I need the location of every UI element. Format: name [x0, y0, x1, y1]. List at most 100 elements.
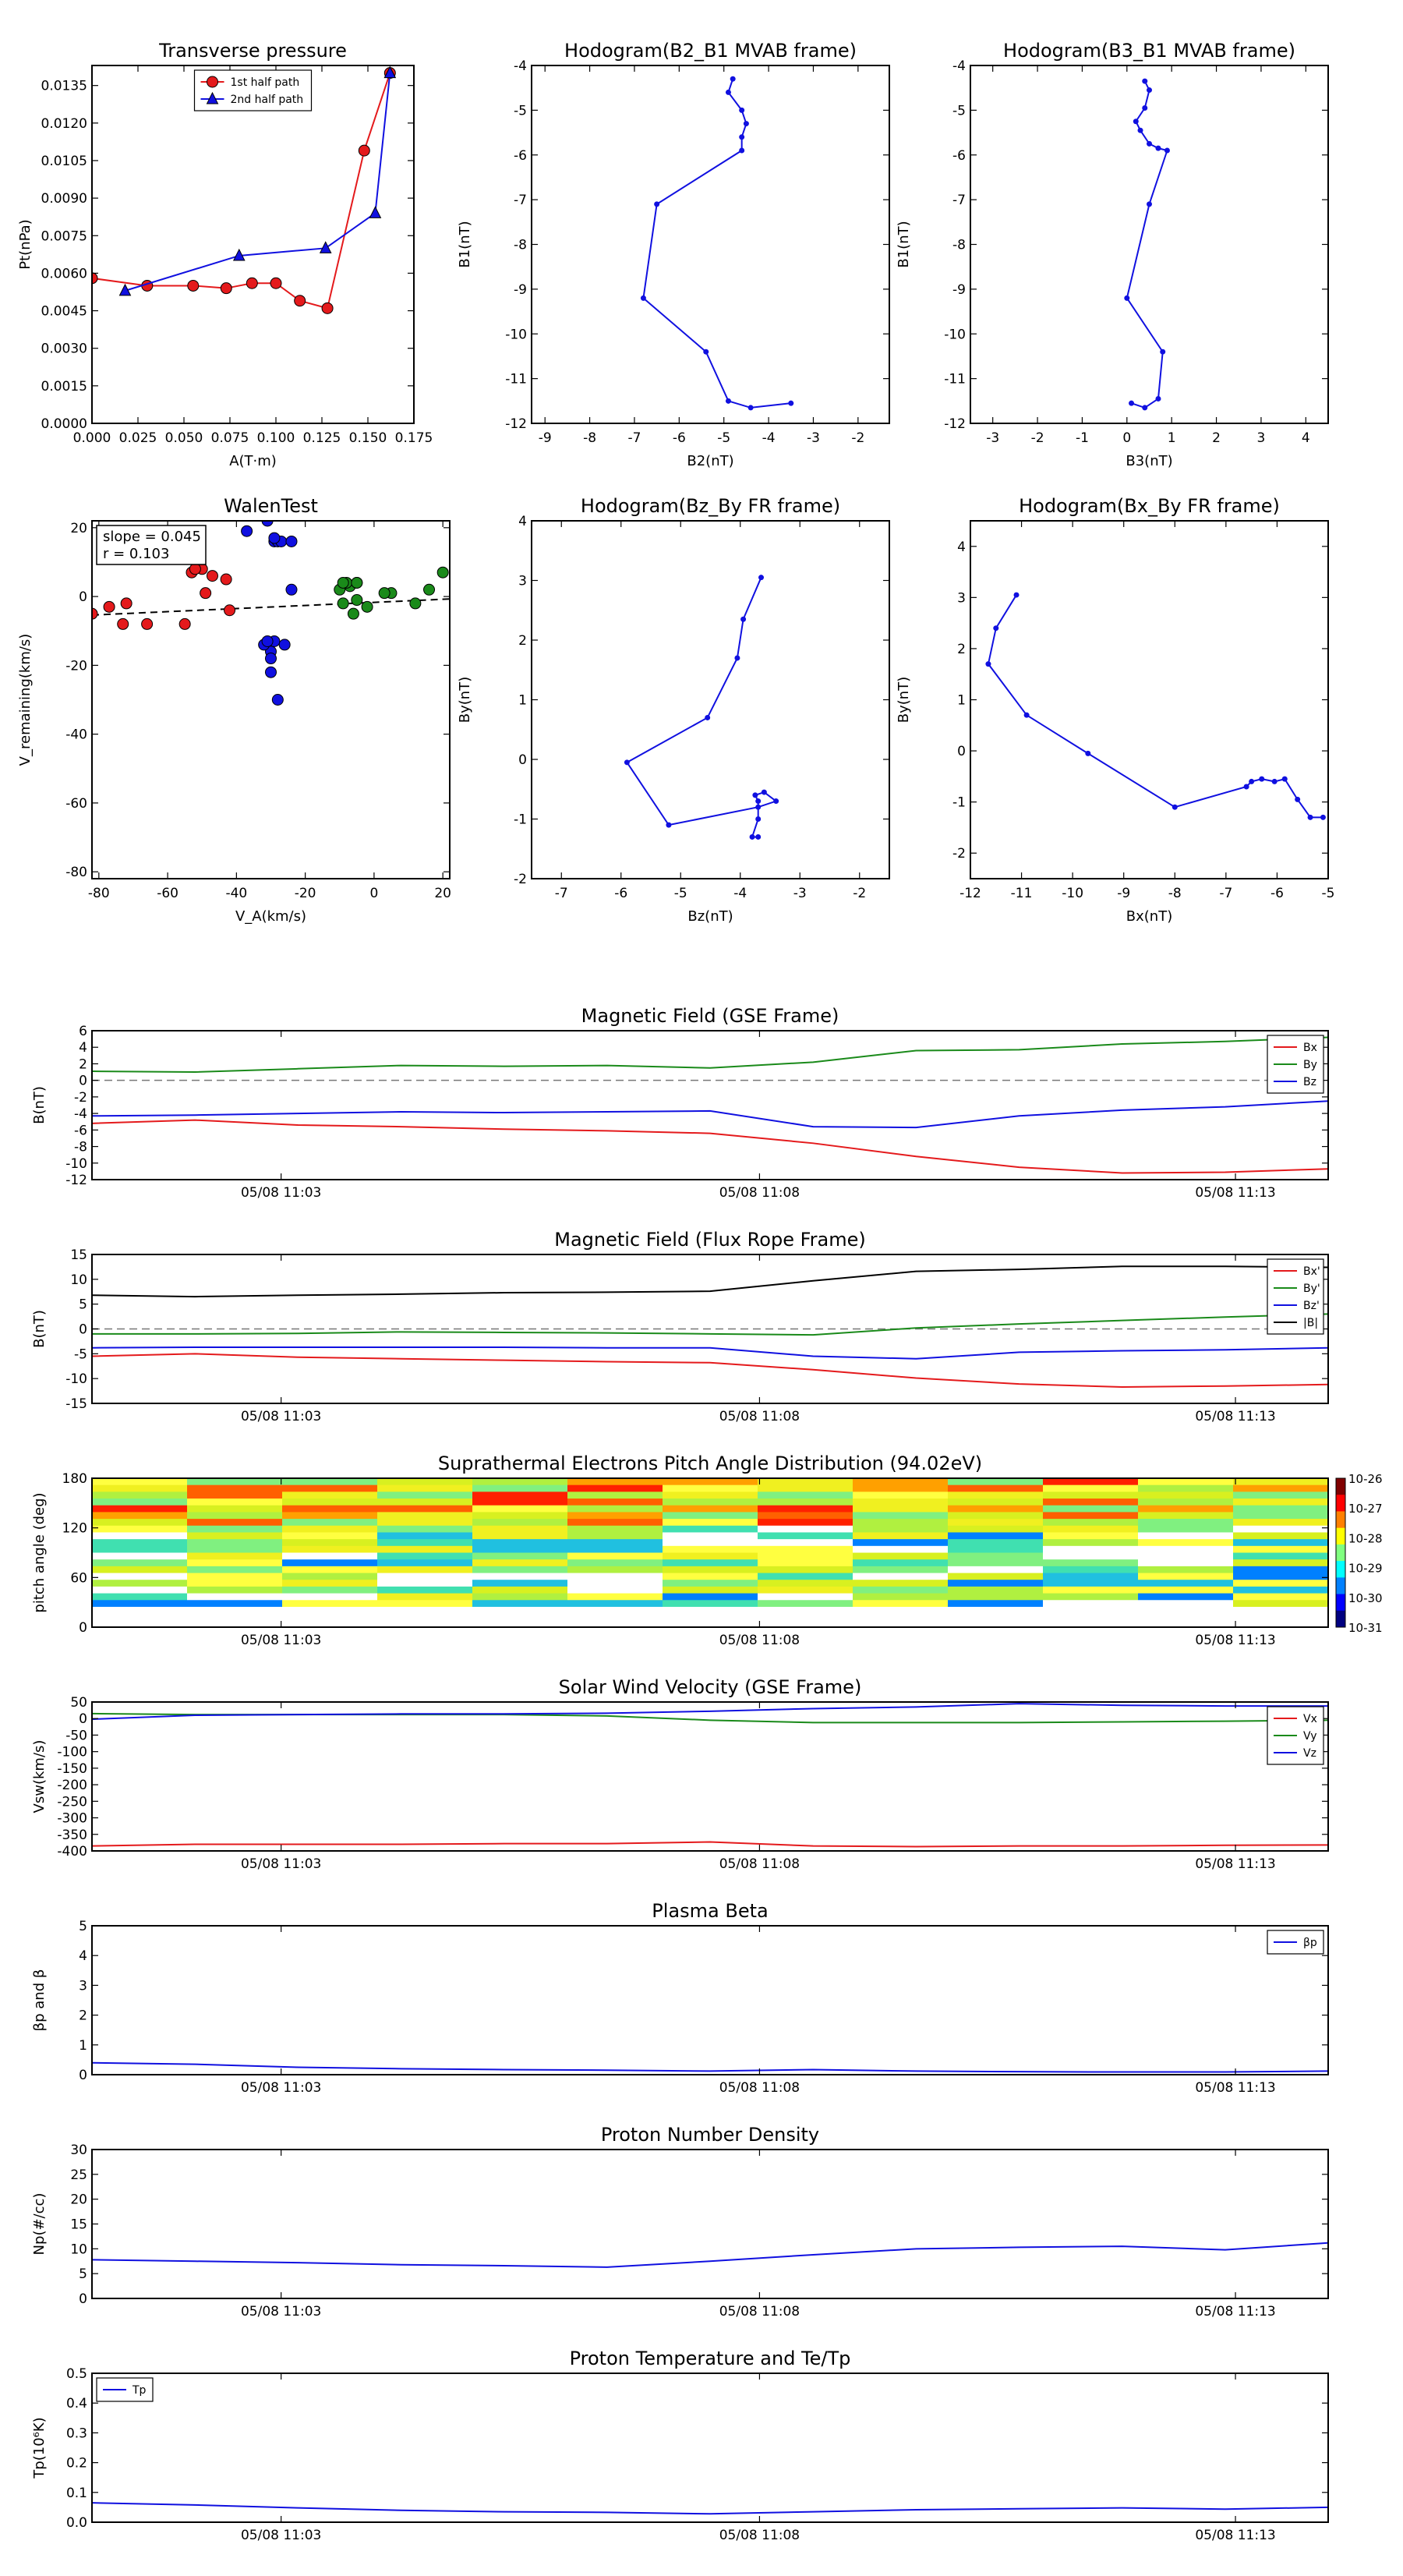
- heatmap-cell: [1138, 1606, 1234, 1615]
- heatmap-cell: [92, 1552, 188, 1560]
- data-point: [120, 597, 133, 610]
- heatmap-cell: [948, 1552, 1044, 1560]
- heatmap-cell: [472, 1573, 568, 1580]
- heatmap-cell: [92, 1586, 188, 1594]
- heatmap-cell: [853, 1573, 949, 1580]
- heatmap-cell: [567, 1573, 663, 1580]
- y-tick-label: 0.0060: [41, 266, 87, 281]
- y-tick-label: 2: [957, 642, 966, 657]
- data-point: [654, 201, 660, 207]
- data-point: [103, 600, 115, 613]
- heatmap-cell: [472, 1600, 568, 1608]
- heatmap-cell: [472, 1593, 568, 1601]
- data-point: [703, 349, 709, 355]
- data-point: [337, 597, 349, 610]
- y-tick-label: -4: [514, 58, 527, 74]
- heatmap-cell: [1043, 1532, 1139, 1540]
- panel-title: Transverse pressure: [158, 40, 347, 62]
- panel-title: Magnetic Field (Flux Rope Frame): [554, 1229, 865, 1251]
- heatmap-cell: [187, 1613, 283, 1621]
- heatmap-cell: [472, 1606, 568, 1615]
- y-tick-label: 5: [79, 1297, 87, 1313]
- heatmap-cell: [1043, 1606, 1139, 1615]
- y-tick-label: -1: [952, 795, 966, 811]
- series-line: [92, 1313, 1328, 1336]
- legend-label: 2nd half path: [231, 94, 304, 106]
- heatmap-cell: [567, 1580, 663, 1587]
- heatmap-cell: [853, 1580, 949, 1587]
- heatmap-cell: [282, 1519, 378, 1527]
- data-point: [773, 798, 779, 805]
- heatmap-cell: [1043, 1566, 1139, 1574]
- heatmap-cell: [567, 1512, 663, 1520]
- plot-area: [92, 1265, 1328, 1388]
- plot-area: [92, 2242, 1328, 2268]
- y-tick-label: -7: [952, 193, 966, 208]
- data-point: [265, 666, 277, 678]
- heatmap-cell: [1043, 1573, 1139, 1580]
- heatmap-cell: [282, 1491, 378, 1499]
- y-tick-label: -4: [74, 1106, 87, 1122]
- heatmap-cell: [92, 1519, 188, 1527]
- panel-np: Proton Number Density 0 5 10 15 20 25 30 05/08 1…: [31, 2124, 1329, 2319]
- y-tick-label: -2: [952, 846, 966, 862]
- heatmap-cell: [92, 1606, 188, 1615]
- x-tick-label: 05/08 11:13: [1195, 1633, 1275, 1648]
- x-tick-label: 4: [1302, 430, 1310, 446]
- heatmap-cell: [567, 1613, 663, 1621]
- x-tick-label: 05/08 11:03: [241, 1185, 321, 1201]
- y-tick-label: 0.0075: [41, 228, 87, 244]
- x-tick-label: -11: [1011, 886, 1033, 901]
- y-tick-label: -5: [952, 103, 966, 119]
- colorbar-segment: [1336, 1478, 1345, 1495]
- colorbar-label: 10-27: [1348, 1502, 1383, 1516]
- heatmap-cell: [663, 1566, 758, 1574]
- axes-frame: [91, 520, 451, 879]
- panel-h3: Hodogram(Bz_By FR frame) -2 -1 0 1 2 3 4 -7 -6 -5 -…: [457, 495, 890, 925]
- heatmap-cell: [1233, 1613, 1328, 1621]
- x-tick-label: 0.175: [395, 430, 433, 446]
- heatmap-cell: [663, 1545, 758, 1553]
- data-point: [761, 789, 767, 795]
- heatmap-cell: [567, 1566, 663, 1574]
- plot-area: [624, 575, 779, 840]
- y-tick-label: -12: [505, 416, 527, 432]
- heatmap-cell: [663, 1600, 758, 1608]
- x-axis-label: B2(nT): [687, 453, 733, 469]
- heatmap-cell: [758, 1525, 853, 1533]
- axes-frame: [91, 1701, 1329, 1852]
- x-tick-label: 0.150: [349, 430, 387, 446]
- y-tick-label: 0.0090: [41, 191, 87, 207]
- x-tick-label: 05/08 11:03: [241, 2080, 321, 2096]
- heatmap-cell: [1233, 1593, 1328, 1601]
- y-tick-label: -12: [944, 416, 966, 432]
- heatmap-cell: [187, 1532, 283, 1540]
- colorbar-label: 10-26: [1348, 1472, 1383, 1486]
- y-tick-label: -2: [74, 1090, 87, 1106]
- heatmap-cell: [187, 1600, 283, 1608]
- heatmap-cell: [758, 1478, 853, 1486]
- axes-frame: [91, 2373, 1329, 2523]
- heatmap-cell: [472, 1512, 568, 1520]
- x-tick-label: 05/08 11:03: [241, 1856, 321, 1872]
- data-point: [1259, 776, 1265, 782]
- heatmap-cell: [282, 1505, 378, 1513]
- x-tick-label: 05/08 11:13: [1195, 1185, 1275, 1201]
- y-tick-label: 2: [518, 633, 527, 649]
- y-tick-label: -11: [505, 372, 527, 387]
- x-tick-label: 05/08 11:08: [719, 1409, 800, 1424]
- panel-walen: WalenTest -80 -60 -40 -20 0 20 -80 -60 -40 -20 0 20 V…: [17, 495, 451, 925]
- plot-area: [92, 1703, 1328, 1848]
- y-tick-label: -8: [952, 238, 966, 253]
- data-point: [285, 583, 298, 596]
- data-point: [1023, 712, 1030, 718]
- y-tick-label: -11: [944, 372, 966, 387]
- y-tick-label: -9: [952, 282, 966, 298]
- heatmap-cell: [282, 1580, 378, 1587]
- y-tick-label: -20: [65, 658, 87, 674]
- heatmap-cell: [1233, 1552, 1328, 1560]
- heatmap-cell: [187, 1478, 283, 1486]
- y-axis-label: Np(#/cc): [31, 2193, 48, 2256]
- data-point: [141, 617, 154, 630]
- series-line: [1126, 80, 1168, 409]
